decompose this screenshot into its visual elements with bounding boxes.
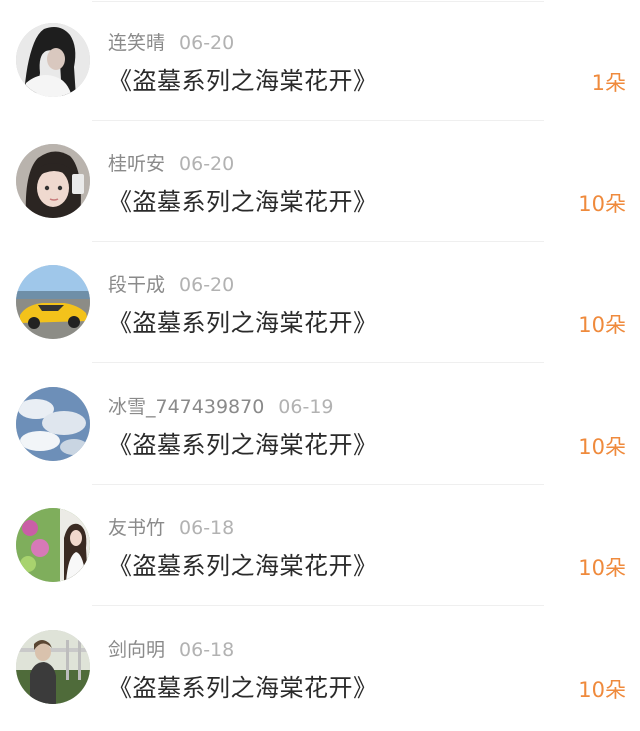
meta-line: 冰雪_747439870 06-19 — [108, 394, 334, 420]
book-title[interactable]: 《盗墓系列之海棠花开》 — [108, 306, 378, 340]
gift-amount: 10朵 — [578, 192, 626, 216]
book-title[interactable]: 《盗墓系列之海棠花开》 — [108, 549, 378, 583]
gift-date: 06-19 — [278, 396, 334, 418]
gift-date: 06-18 — [179, 639, 235, 661]
avatar-girl-bangs-icon[interactable] — [16, 144, 90, 218]
avatar-cloudy-sky-icon[interactable] — [16, 387, 90, 461]
user-name[interactable]: 段干成 — [108, 274, 165, 296]
book-title[interactable]: 《盗墓系列之海棠花开》 — [108, 64, 378, 98]
list-item[interactable]: 桂听安 06-20 《盗墓系列之海棠花开》 10朵 — [0, 121, 640, 242]
book-title[interactable]: 《盗墓系列之海棠花开》 — [108, 185, 378, 219]
gift-amount: 10朵 — [578, 435, 626, 459]
gift-date: 06-20 — [179, 32, 235, 54]
book-title[interactable]: 《盗墓系列之海棠花开》 — [108, 671, 378, 705]
user-name[interactable]: 连笑晴 — [108, 32, 165, 54]
book-title[interactable]: 《盗墓系列之海棠花开》 — [108, 428, 378, 462]
meta-line: 友书竹 06-18 — [108, 515, 234, 541]
gift-record-list: 连笑晴 06-20 《盗墓系列之海棠花开》 1朵 桂听安 06-20 《盗墓系列之海… — [0, 0, 640, 731]
gift-amount: 10朵 — [578, 678, 626, 702]
meta-line: 段干成 06-20 — [108, 272, 234, 298]
meta-line: 剑向明 06-18 — [108, 637, 234, 663]
user-name[interactable]: 冰雪_747439870 — [108, 396, 264, 418]
list-item[interactable]: 冰雪_747439870 06-19 《盗墓系列之海棠花开》 10朵 — [0, 364, 640, 485]
list-item[interactable]: 剑向明 06-18 《盗墓系列之海棠花开》 10朵 — [0, 607, 640, 728]
user-name[interactable]: 桂听安 — [108, 153, 165, 175]
gift-amount: 1朵 — [591, 71, 626, 95]
meta-line: 桂听安 06-20 — [108, 151, 234, 177]
user-name[interactable]: 友书竹 — [108, 517, 165, 539]
gift-amount: 10朵 — [578, 313, 626, 337]
avatar-flowers-girl-icon[interactable] — [16, 508, 90, 582]
gift-amount: 10朵 — [578, 556, 626, 580]
gift-date: 06-20 — [179, 274, 235, 296]
avatar-girl-dark-hair-icon[interactable] — [16, 23, 90, 97]
list-item[interactable]: 友书竹 06-18 《盗墓系列之海棠花开》 10朵 — [0, 485, 640, 606]
avatar-person-outdoor-icon[interactable] — [16, 630, 90, 704]
user-name[interactable]: 剑向明 — [108, 639, 165, 661]
gift-date: 06-20 — [179, 153, 235, 175]
meta-line: 连笑晴 06-20 — [108, 30, 234, 56]
list-item[interactable]: 连笑晴 06-20 《盗墓系列之海棠花开》 1朵 — [0, 0, 640, 121]
avatar-yellow-car-icon[interactable] — [16, 265, 90, 339]
gift-date: 06-18 — [179, 517, 235, 539]
list-item[interactable]: 段干成 06-20 《盗墓系列之海棠花开》 10朵 — [0, 242, 640, 363]
